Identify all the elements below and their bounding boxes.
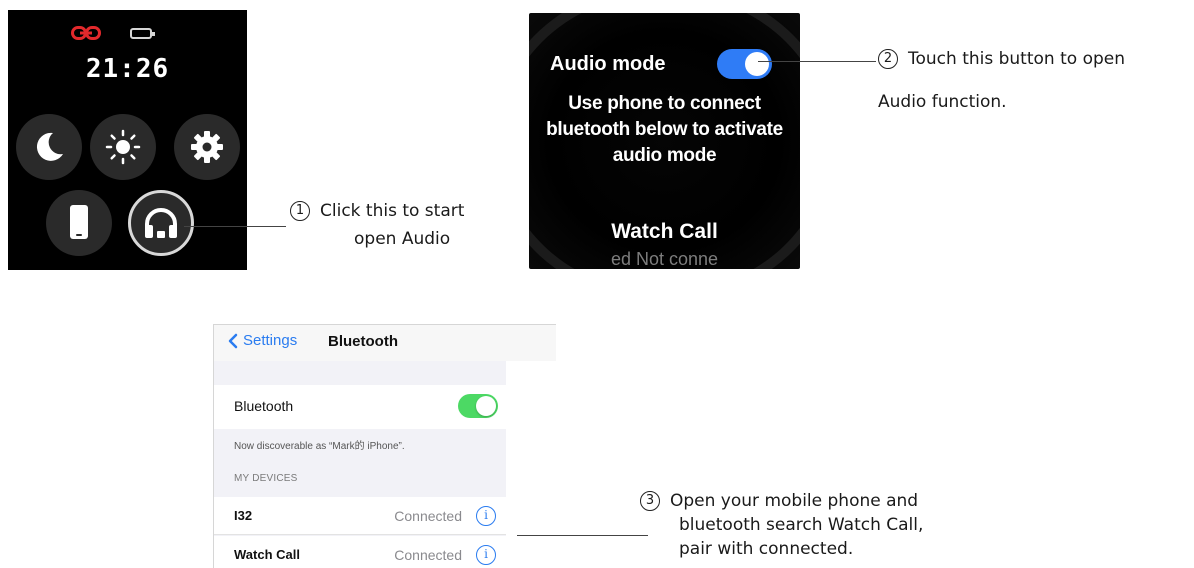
phone-bluetooth-settings: Settings Bluetooth Bluetooth Now discove… [213, 324, 556, 568]
step1-number: 1 [290, 201, 310, 221]
watch-status-bar [8, 24, 247, 42]
headphones-icon [145, 208, 177, 238]
do-not-disturb-button[interactable] [16, 114, 82, 180]
sun-icon [105, 129, 141, 165]
step2-text-line1: Touch this button to open [908, 49, 1125, 69]
step2-annotation-line2: Audio function. [878, 92, 1007, 112]
bluetooth-label: Bluetooth [234, 398, 294, 414]
link-icon [71, 26, 101, 40]
back-label: Settings [243, 332, 298, 349]
audio-mode-toggle-knob [745, 52, 769, 76]
bluetooth-toggle-knob [476, 396, 496, 416]
phone-icon [70, 205, 88, 239]
device-name: I32 [234, 508, 253, 523]
battery-icon [130, 28, 155, 39]
step2-number: 2 [878, 49, 898, 69]
watch-control-panel: 21:26 [8, 10, 247, 270]
phone-nav-bar: Settings Bluetooth [214, 325, 556, 361]
gear-icon [191, 131, 223, 163]
page-title: Bluetooth [328, 333, 398, 350]
step2-annotation: 2 Touch this button to open [878, 49, 1125, 69]
info-icon[interactable]: i [476, 506, 496, 526]
device-status: Connected [394, 508, 462, 524]
step3-annotation-line3: pair with connected. [679, 539, 854, 559]
my-devices-header: MY DEVICES [234, 473, 298, 484]
moon-icon [36, 132, 63, 161]
watch-call-status: ed Not conne [610, 249, 719, 269]
device-name: Watch Call [234, 547, 300, 562]
device-status: Connected [394, 547, 462, 563]
audio-mode-toggle[interactable] [717, 49, 772, 79]
info-icon[interactable]: i [476, 545, 496, 565]
instruction-line-1: Use phone to connect [568, 93, 761, 114]
step1-annotation: 1 Click this to start [290, 201, 464, 221]
step3-text-line1: Open your mobile phone and [670, 491, 919, 511]
device-row[interactable]: I32 Connected i [214, 497, 506, 535]
step3-number: 3 [640, 491, 660, 511]
back-button[interactable]: Settings [228, 332, 297, 349]
discoverable-note: Now discoverable as “Mark的 iPhone”. [234, 441, 405, 452]
step3-leader-line [517, 535, 648, 536]
instruction-line-3: audio mode [612, 145, 717, 166]
step1-annotation-line2: open Audio [354, 229, 451, 249]
step1-text-line1: Click this to start [320, 201, 465, 221]
watch-time: 21:26 [85, 54, 170, 84]
instruction-line-2: bluetooth below to activate [546, 119, 783, 140]
audio-button[interactable] [128, 190, 194, 256]
watch-audio-mode-screen: Audio mode Use phone to connect bluetoot… [529, 13, 800, 269]
chevron-left-icon [228, 333, 238, 348]
bluetooth-toggle[interactable] [458, 394, 498, 418]
watch-call-title: Watch Call [611, 220, 718, 243]
bluetooth-row: Bluetooth [214, 385, 506, 429]
audio-mode-label: Audio mode [550, 53, 666, 75]
phone-background [506, 325, 556, 568]
step2-leader-line [758, 61, 876, 62]
step3-annotation-line2: bluetooth search Watch Call, [679, 515, 924, 535]
step3-annotation: 3 Open your mobile phone and [640, 491, 918, 511]
step1-leader-line [184, 226, 286, 227]
audio-mode-instructions: Use phone to connect bluetooth below to … [529, 91, 800, 169]
settings-button[interactable] [174, 114, 240, 180]
find-phone-button[interactable] [46, 190, 112, 256]
device-row[interactable]: Watch Call Connected i [214, 536, 506, 568]
brightness-button[interactable] [90, 114, 156, 180]
